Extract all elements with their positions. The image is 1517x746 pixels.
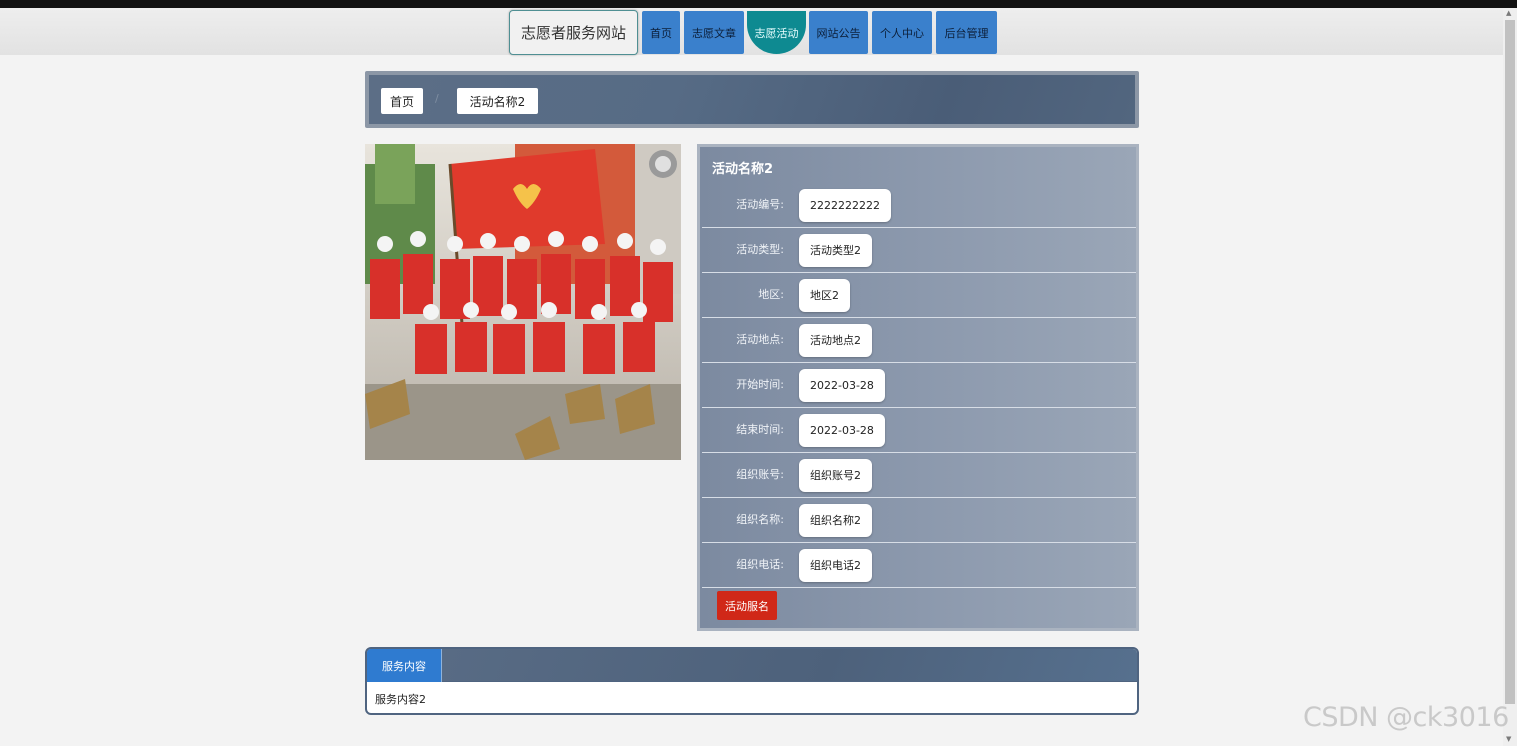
scroll-up-arrow-icon[interactable]: ▲ xyxy=(1506,9,1511,17)
csdn-watermark: CSDN @ck3016 xyxy=(1303,702,1509,733)
nav-item-announcements[interactable]: 网站公告 xyxy=(809,11,868,54)
field-value: 活动类型2 xyxy=(799,234,872,267)
field-value: 地区2 xyxy=(799,279,850,312)
breadcrumb-separator: / xyxy=(435,92,439,105)
field-row-org-name: 组织名称: 组织名称2 xyxy=(702,498,1136,543)
field-row-start-time: 开始时间: 2022-03-28 xyxy=(702,363,1136,408)
service-tab-bar: 服务内容 xyxy=(367,649,1137,682)
field-value: 2022-03-28 xyxy=(799,369,885,402)
volunteer-group-photo xyxy=(365,144,681,460)
field-value: 组织账号2 xyxy=(799,459,872,492)
field-row-org-phone: 组织电话: 组织电话2 xyxy=(702,543,1136,588)
service-content-box: 服务内容 服务内容2 xyxy=(365,647,1139,715)
field-row-end-time: 结束时间: 2022-03-28 xyxy=(702,408,1136,453)
field-row-org-account: 组织账号: 组织账号2 xyxy=(702,453,1136,498)
breadcrumb: 首页 / 活动名称2 xyxy=(365,71,1139,128)
top-navbar: 志愿者服务网站 首页 志愿文章 志愿活动 网站公告 个人中心 后台管理 xyxy=(0,8,1503,55)
field-value: 组织名称2 xyxy=(799,504,872,537)
field-row-region: 地区: 地区2 xyxy=(702,273,1136,318)
field-label: 活动类型: xyxy=(736,243,784,256)
activity-title: 活动名称2 xyxy=(712,162,774,177)
activity-detail-panel: 活动名称2 活动编号: 2222222222 活动类型: 活动类型2 地区: 地… xyxy=(697,144,1139,631)
nav-item-home[interactable]: 首页 xyxy=(642,11,680,54)
field-value: 组织电话2 xyxy=(799,549,872,582)
page-scrollbar[interactable]: ▲ ▼ xyxy=(1503,8,1517,746)
nav-item-admin[interactable]: 后台管理 xyxy=(936,11,997,54)
field-label: 活动编号: xyxy=(736,198,784,211)
nav-item-articles[interactable]: 志愿文章 xyxy=(684,11,744,54)
scroll-thumb[interactable] xyxy=(1505,20,1515,704)
nav-item-personal-center[interactable]: 个人中心 xyxy=(872,11,932,54)
breadcrumb-current: 活动名称2 xyxy=(457,88,538,114)
field-value: 活动地点2 xyxy=(799,324,872,357)
window-top-edge xyxy=(0,0,1517,8)
field-value: 2222222222 xyxy=(799,189,891,222)
field-label: 组织名称: xyxy=(736,513,784,526)
field-label: 地区: xyxy=(758,288,784,301)
field-label: 结束时间: xyxy=(736,423,784,436)
breadcrumb-home[interactable]: 首页 xyxy=(381,88,423,114)
field-label: 活动地点: xyxy=(736,333,784,346)
field-row-activity-location: 活动地点: 活动地点2 xyxy=(702,318,1136,363)
field-label: 组织电话: xyxy=(736,558,784,571)
activity-photo xyxy=(365,144,681,460)
nav-item-activities[interactable]: 志愿活动 xyxy=(747,11,806,54)
field-value: 2022-03-28 xyxy=(799,414,885,447)
field-row-activity-id: 活动编号: 2222222222 xyxy=(702,183,1136,228)
site-brand[interactable]: 志愿者服务网站 xyxy=(509,10,638,55)
scroll-down-arrow-icon[interactable]: ▼ xyxy=(1506,735,1511,743)
field-label: 组织账号: xyxy=(736,468,784,481)
field-label: 开始时间: xyxy=(736,378,784,391)
tab-service-content[interactable]: 服务内容 xyxy=(367,649,442,682)
activity-signup-button[interactable]: 活动服名 xyxy=(717,591,777,620)
service-content-text: 服务内容2 xyxy=(375,693,426,706)
field-row-activity-type: 活动类型: 活动类型2 xyxy=(702,228,1136,273)
